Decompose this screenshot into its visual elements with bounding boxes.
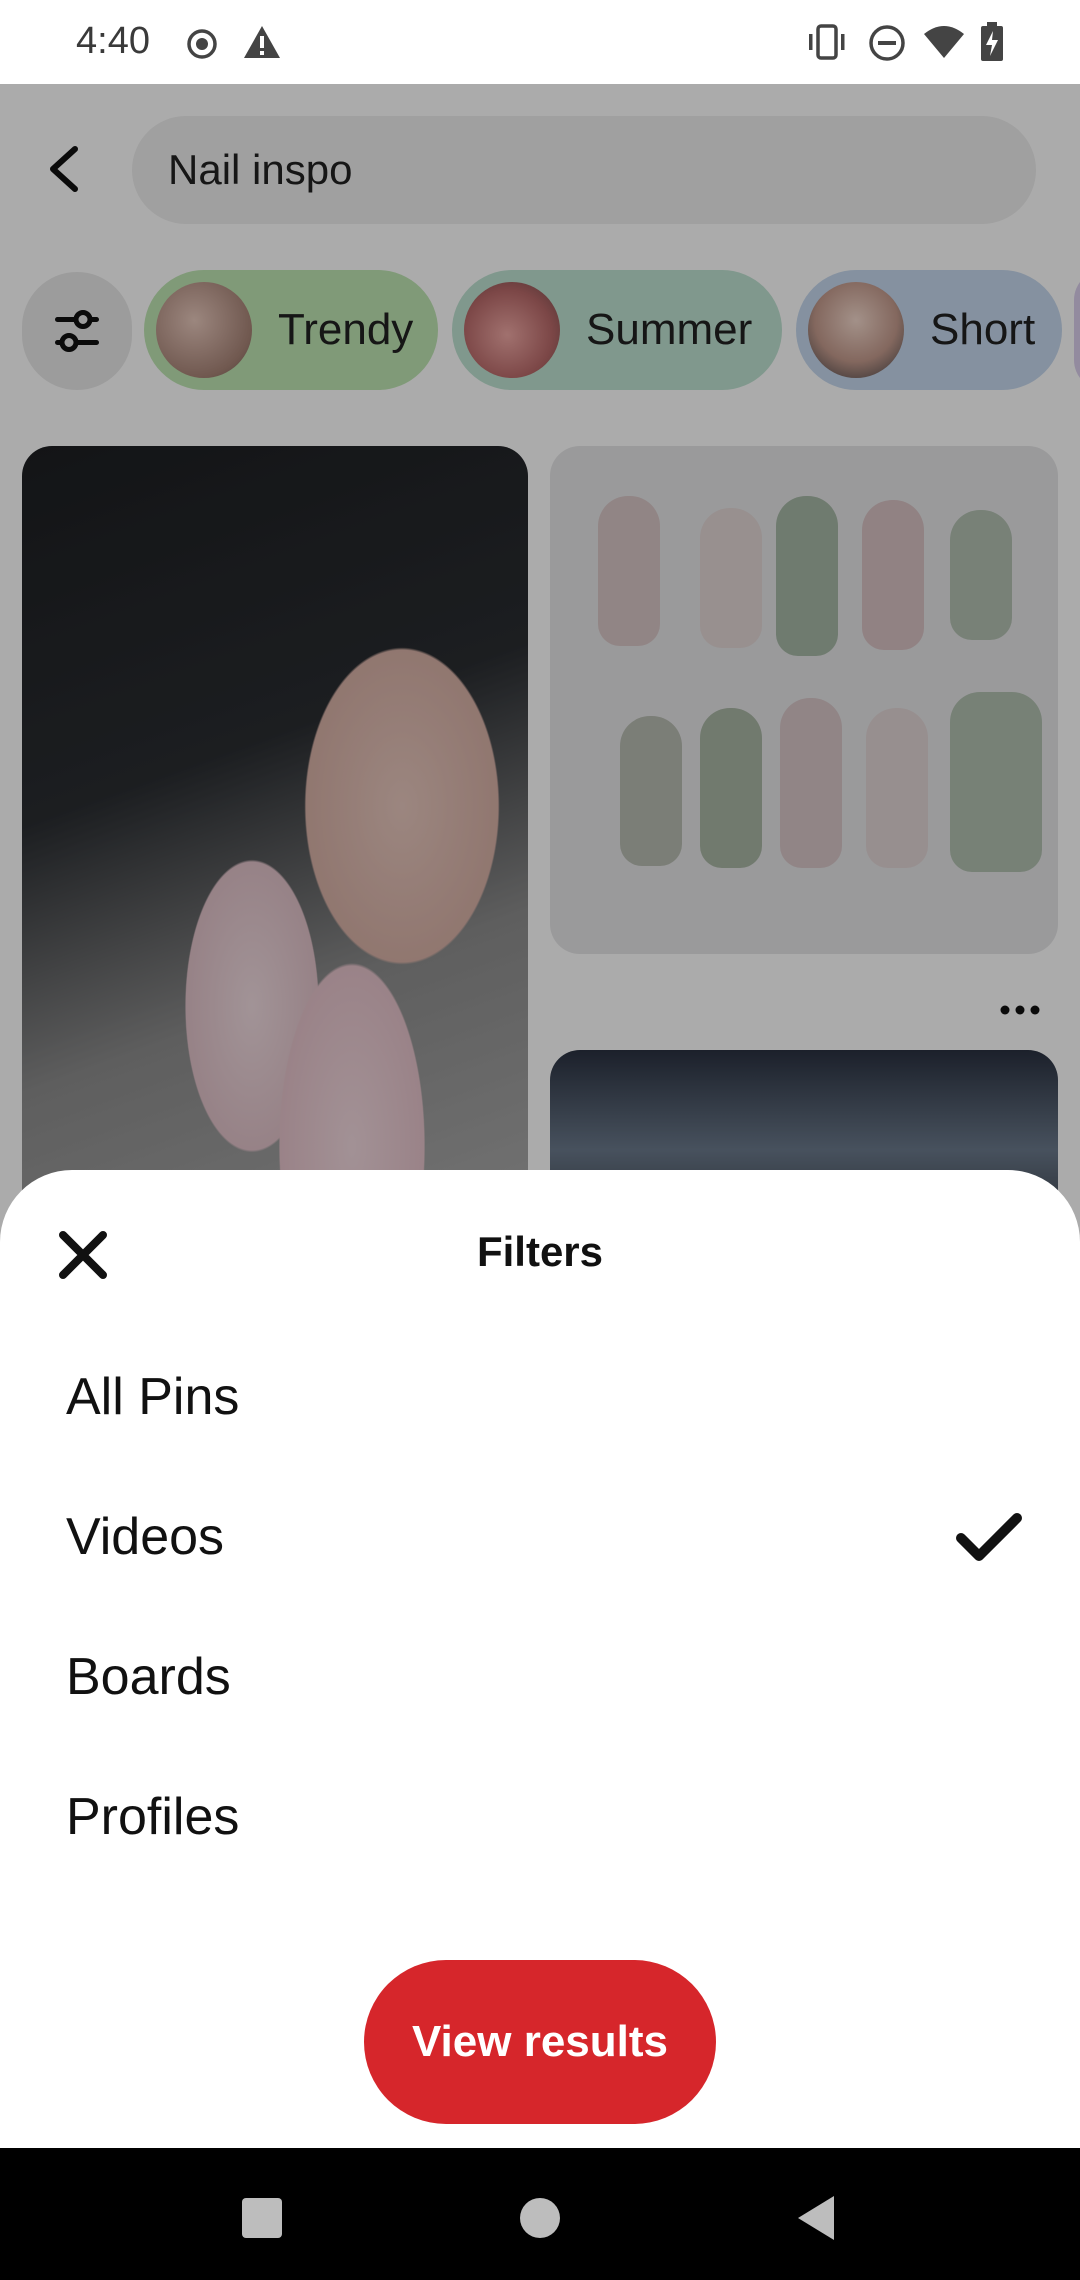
system-nav-bar xyxy=(0,2148,1080,2280)
filters-sheet: Filters All Pins Videos Boards Profiles … xyxy=(0,1170,1080,2148)
sheet-title: Filters xyxy=(476,1228,604,1275)
status-bar: 4:40 xyxy=(0,0,1080,84)
status-time: 4:40 xyxy=(76,20,150,62)
option-label: Boards xyxy=(66,1648,231,1706)
filter-option-profiles[interactable]: Profiles xyxy=(66,1762,1026,1872)
record-icon xyxy=(186,28,218,65)
vibrate-icon xyxy=(806,24,848,65)
back-triangle-icon xyxy=(798,2196,834,2240)
nav-back-button[interactable] xyxy=(786,2188,846,2248)
filter-option-all-pins[interactable]: All Pins xyxy=(66,1342,1026,1452)
recents-button[interactable] xyxy=(232,2188,292,2248)
home-button[interactable] xyxy=(510,2188,570,2248)
checkmark-icon xyxy=(954,1507,1024,1567)
recents-square-icon xyxy=(242,2198,282,2238)
do-not-disturb-icon xyxy=(868,24,906,67)
wifi-icon xyxy=(922,24,966,65)
option-label: All Pins xyxy=(66,1368,240,1426)
option-label: Videos xyxy=(66,1508,225,1566)
home-circle-icon xyxy=(520,2198,560,2238)
battery-charging-icon xyxy=(980,22,1004,67)
view-results-button[interactable]: View results xyxy=(364,1960,716,2124)
option-label: Profiles xyxy=(66,1788,240,1846)
filter-option-boards[interactable]: Boards xyxy=(66,1622,1026,1732)
filter-option-videos[interactable]: Videos xyxy=(66,1482,1026,1592)
warning-icon xyxy=(242,24,282,65)
